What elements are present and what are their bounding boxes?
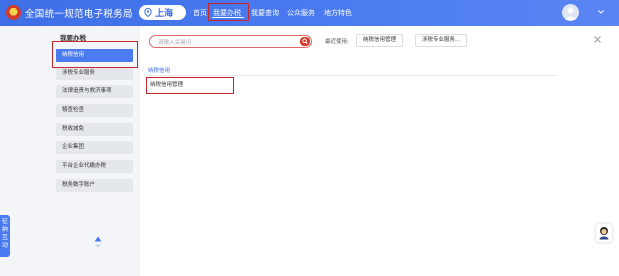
assistant-icon[interactable] — [596, 224, 612, 242]
nav-local-features[interactable]: 地方特色 — [324, 8, 352, 18]
close-icon[interactable] — [593, 35, 602, 44]
search-icon — [302, 38, 308, 45]
chevron-down-icon[interactable] — [597, 9, 605, 15]
interaction-float-tab[interactable]: 征纳互动 — [0, 215, 10, 257]
sidebar-item-legal-remedy[interactable]: 法律追责与救济事项 — [56, 85, 133, 98]
sidebar-item-inspection[interactable]: 稽查检查 — [56, 104, 133, 117]
section-title: 纳税信用 — [148, 68, 171, 74]
region-label: 上海 — [155, 9, 174, 19]
nav-active-underline — [212, 16, 244, 18]
recent-label: 最近使用: — [325, 39, 349, 45]
result-item-credit-management[interactable]: 纳税信用管理 — [146, 77, 234, 94]
tax-emblem-icon — [6, 5, 21, 20]
nav-query[interactable]: 我要查询 — [251, 8, 279, 18]
main-panel: 请输入关键词 最近使用: 纳税信用管理 涉税专业服务... 纳税信用 纳税信用管… — [140, 26, 619, 276]
triangle-up-icon[interactable] — [94, 236, 102, 242]
search-input[interactable]: 请输入关键词 — [149, 35, 312, 48]
sidebar-item-professional-service[interactable]: 涉税专业服务 — [56, 67, 133, 80]
top-header: 全国统一规范电子税务局 上海 首页 我要办税 我要查询 公众服务 地方特色 — [0, 0, 619, 26]
sidebar-item-platform-withholding[interactable]: 平台企业代缴办税 — [56, 160, 133, 173]
user-avatar-icon[interactable] — [562, 4, 579, 21]
location-pin-icon — [144, 8, 152, 17]
sidebar-highlight-box — [52, 41, 138, 68]
nav-home[interactable]: 首页 — [193, 8, 207, 18]
recent-chip-professional-service[interactable]: 涉税专业服务... — [415, 34, 468, 47]
search-placeholder: 请输入关键词 — [158, 40, 192, 46]
nav-public-service[interactable]: 公众服务 — [287, 8, 315, 18]
sidebar-item-enterprise-group[interactable]: 企业集团 — [56, 141, 133, 154]
nav-active-highlight — [208, 3, 249, 21]
sidebar-item-tax-relief[interactable]: 税收减免 — [56, 123, 133, 136]
triangle-down-icon[interactable] — [94, 244, 102, 248]
recent-chip-credit-management[interactable]: 纳税信用管理 — [356, 34, 404, 47]
section-divider — [148, 75, 558, 76]
sidebar-item-digital-account[interactable]: 税务数字账户 — [56, 179, 133, 192]
search-button[interactable] — [300, 37, 310, 46]
float-tab-label: 征纳互动 — [1, 218, 8, 249]
app-title: 全国统一规范电子税务局 — [25, 9, 133, 20]
region-selector[interactable]: 上海 — [139, 5, 186, 20]
